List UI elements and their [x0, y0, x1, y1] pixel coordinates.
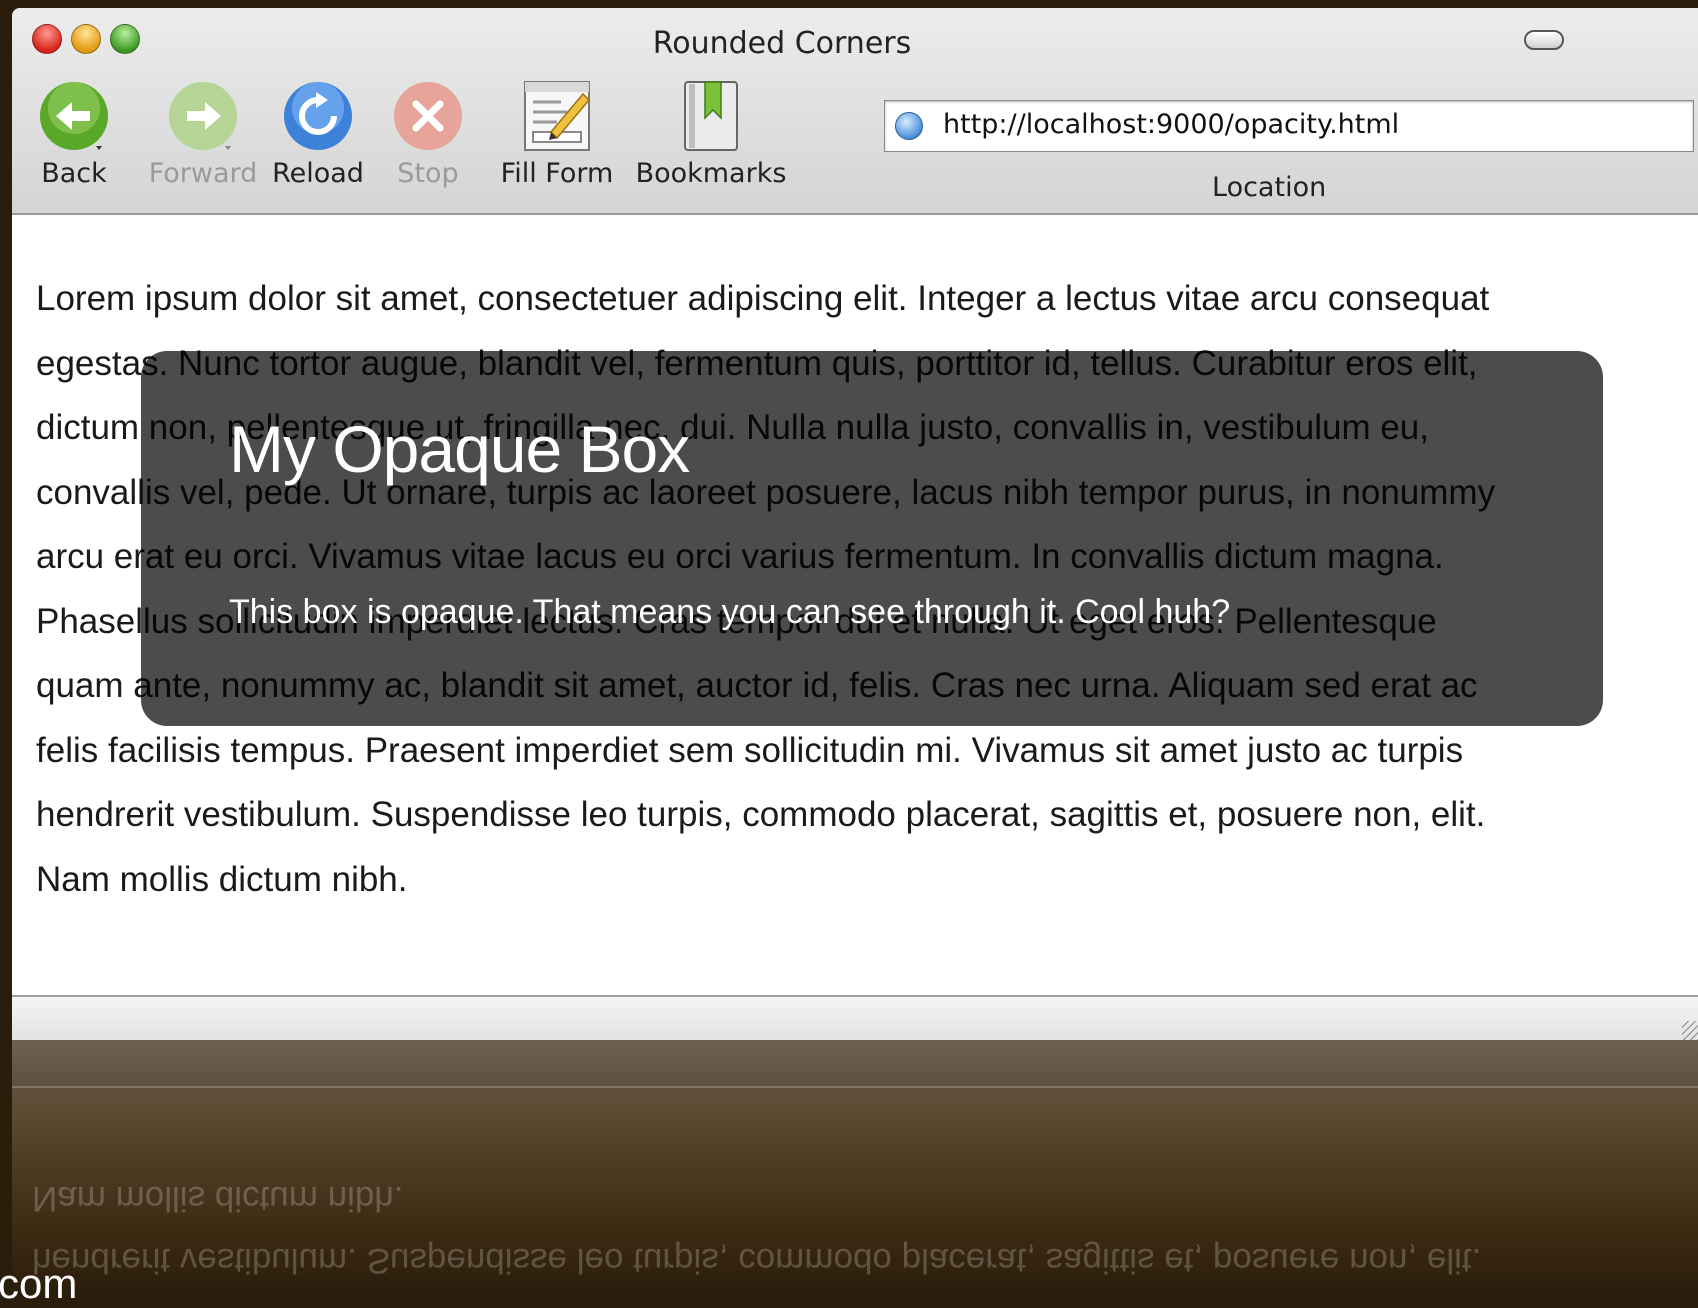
- window-reflection: Nam mollis dictum nibh. hendrerit vestib…: [12, 1040, 1698, 1294]
- forward-label: Forward: [148, 158, 258, 189]
- forward-arrow-icon: [167, 80, 239, 152]
- location-label: Location: [1212, 172, 1327, 203]
- globe-icon: [895, 112, 923, 140]
- forward-button[interactable]: Forward: [148, 80, 258, 189]
- opaque-box: My Opaque Box This box is opaque. That m…: [141, 351, 1603, 726]
- stop-label: Stop: [397, 158, 459, 189]
- window-title: Rounded Corners: [652, 26, 912, 61]
- stop-icon: [392, 80, 464, 152]
- bookmarks-button[interactable]: Bookmarks: [630, 80, 792, 189]
- reload-label: Reload: [272, 158, 364, 189]
- reload-icon: [282, 80, 354, 152]
- back-button[interactable]: Back: [36, 80, 112, 189]
- toolbar-toggle-button[interactable]: [1524, 30, 1564, 50]
- corner-caption: com: [0, 1260, 78, 1307]
- window-toolbar: Rounded Corners Back Forward Reload Stop…: [12, 8, 1698, 215]
- page-content: Lorem ipsum dolor sit amet, consectetuer…: [12, 215, 1698, 995]
- fill-form-button[interactable]: Fill Form: [492, 80, 622, 189]
- status-bar: [12, 995, 1698, 1040]
- reflection-status-bar: [12, 1040, 1698, 1088]
- fill-form-icon: [521, 80, 593, 152]
- browser-window: Rounded Corners Back Forward Reload Stop…: [12, 8, 1698, 1040]
- back-label: Back: [41, 158, 107, 189]
- opaque-box-title: My Opaque Box: [229, 412, 690, 486]
- opaque-box-text: This box is opaque. That means you can s…: [229, 593, 1231, 631]
- url-text: http://localhost:9000/opacity.html: [943, 109, 1400, 140]
- reload-button[interactable]: Reload: [268, 80, 368, 189]
- fill-form-label: Fill Form: [500, 158, 614, 189]
- resize-grip-icon[interactable]: [1682, 1021, 1698, 1040]
- bookmarks-label: Bookmarks: [635, 158, 787, 189]
- stop-button[interactable]: Stop: [390, 80, 466, 189]
- back-arrow-icon: [38, 80, 110, 152]
- reflection-line-1: Nam mollis dictum nibh.: [32, 1179, 404, 1218]
- reflection-line-2: hendrerit vestibulum. Suspendisse leo tu…: [32, 1241, 1482, 1280]
- url-field[interactable]: http://localhost:9000/opacity.html: [884, 100, 1694, 152]
- bookmarks-icon: [675, 80, 747, 152]
